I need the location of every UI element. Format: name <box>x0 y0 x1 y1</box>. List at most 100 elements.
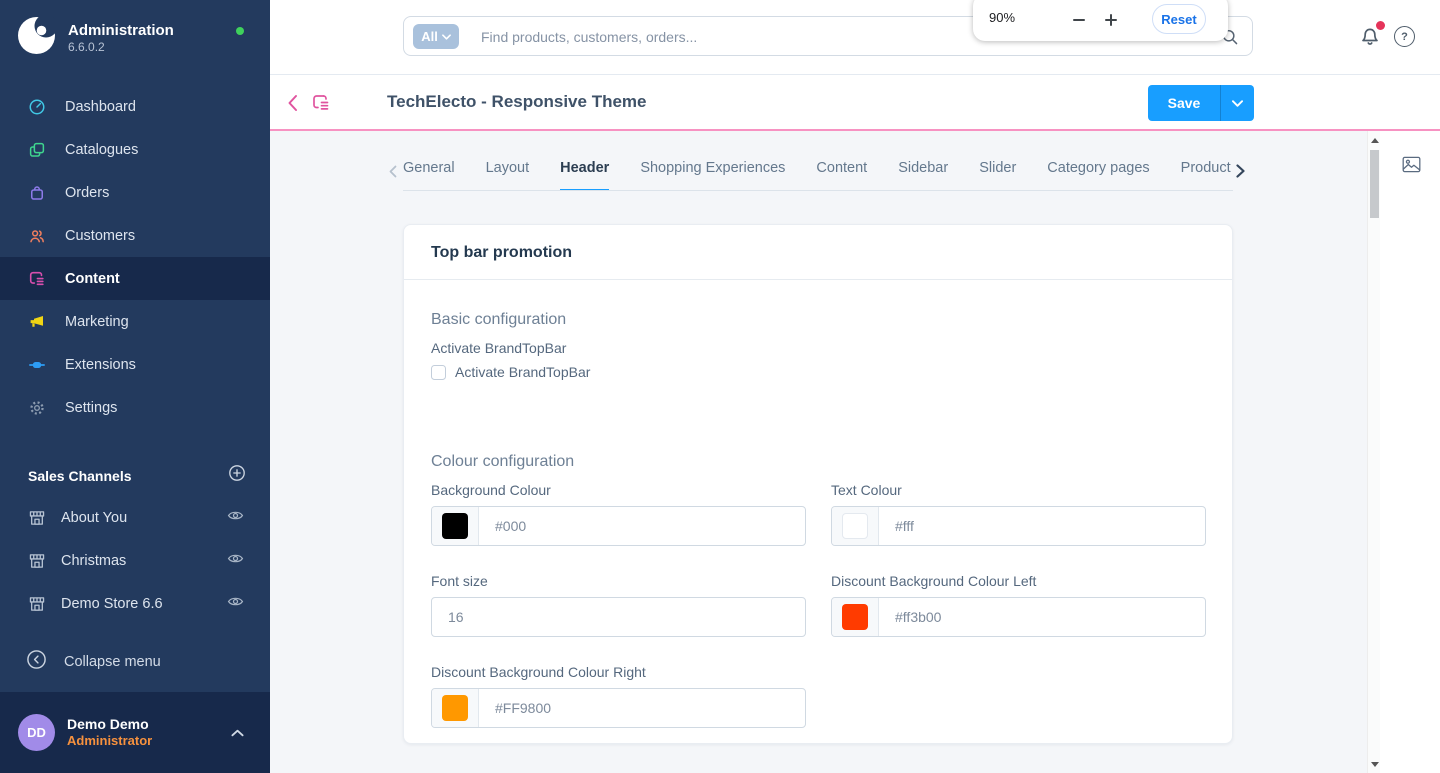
top-bar-promotion-card: Top bar promotion Basic configuration Ac… <box>403 224 1233 744</box>
sidebar-item-label: Customers <box>65 228 135 244</box>
visibility-eye-icon[interactable] <box>227 550 244 571</box>
scrollbar-thumb[interactable] <box>1370 150 1379 218</box>
collapse-menu-label: Collapse menu <box>64 654 161 670</box>
sidebar-item-label: Orders <box>65 185 109 201</box>
tabs-scroll-left-icon[interactable] <box>389 165 397 183</box>
sidebar-item-settings[interactable]: Settings <box>0 386 270 429</box>
zoom-out-button[interactable] <box>1065 6 1093 34</box>
sidebar-item-label: Settings <box>65 400 117 416</box>
browser-zoom-bubble: 90% Reset <box>973 0 1228 41</box>
user-name: Demo Demo <box>67 716 219 733</box>
sales-channel-demo-store[interactable]: Demo Store 6.6 <box>0 582 270 625</box>
colour-swatch <box>442 695 468 721</box>
sidebar-item-catalogues[interactable]: Catalogues <box>0 128 270 171</box>
visibility-eye-icon[interactable] <box>227 507 244 528</box>
zoom-level: 90% <box>989 10 1015 25</box>
tab-general[interactable]: General <box>403 160 455 191</box>
sales-channel-label: Demo Store 6.6 <box>61 596 212 612</box>
smart-bar: TechElecto - Responsive Theme Save <box>270 75 1440 131</box>
tab-category-pages[interactable]: Category pages <box>1047 160 1149 191</box>
tab-header[interactable]: Header <box>560 160 609 191</box>
colour-picker-button[interactable] <box>832 598 879 636</box>
sidebar-item-label: Content <box>65 271 120 287</box>
field-background-colour: Background Colour <box>431 481 806 546</box>
tab-sidebar[interactable]: Sidebar <box>898 160 948 191</box>
page-title: TechElecto - Responsive Theme <box>387 92 646 112</box>
sidebar-item-extensions[interactable]: Extensions <box>0 343 270 386</box>
font-size-input[interactable] <box>432 598 805 636</box>
tab-layout[interactable]: Layout <box>486 160 530 191</box>
sidebar-item-dashboard[interactable]: Dashboard <box>0 85 270 128</box>
colour-picker-button[interactable] <box>432 507 479 545</box>
colour-picker-button[interactable] <box>432 689 479 727</box>
settings-gear-icon <box>28 399 46 417</box>
status-online-dot <box>236 27 244 35</box>
search-filter-label: All <box>421 29 438 44</box>
background-colour-input[interactable] <box>479 507 805 545</box>
help-icon[interactable]: ? <box>1394 26 1415 47</box>
text-colour-input[interactable] <box>879 507 1205 545</box>
collapse-menu-button[interactable]: Collapse menu <box>0 640 270 683</box>
storefront-icon <box>28 552 46 570</box>
save-button[interactable]: Save <box>1148 85 1220 121</box>
tab-product-page[interactable]: Product page <box>1181 160 1233 191</box>
content-icon <box>28 270 46 288</box>
sidebar-item-label: Extensions <box>65 357 136 373</box>
activate-brandtopbar-checkbox[interactable] <box>431 365 446 380</box>
sidebar-item-orders[interactable]: Orders <box>0 171 270 214</box>
image-placeholder-icon <box>1402 156 1421 178</box>
tab-shopping-experiences[interactable]: Shopping Experiences <box>640 160 785 191</box>
sales-channels-heading: Sales Channels <box>28 468 132 484</box>
app-logo-row[interactable]: Administration 6.6.0.2 <box>18 17 174 59</box>
activate-brandtopbar-checkbox-label: Activate BrandTopBar <box>455 364 590 380</box>
sidebar-item-label: Marketing <box>65 314 129 330</box>
tab-slider[interactable]: Slider <box>979 160 1016 191</box>
visibility-eye-icon[interactable] <box>227 593 244 614</box>
field-discount-bg-left: Discount Background Colour Left <box>831 572 1206 637</box>
sidebar-item-marketing[interactable]: Marketing <box>0 300 270 343</box>
sidebar-item-label: Dashboard <box>65 99 136 115</box>
add-sales-channel-button[interactable] <box>228 464 246 487</box>
orders-icon <box>28 184 46 202</box>
colour-configuration-heading: Colour configuration <box>431 452 1205 471</box>
colour-picker-button[interactable] <box>832 507 879 545</box>
sidebar-item-customers[interactable]: Customers <box>0 214 270 257</box>
search-filter-dropdown[interactable]: All <box>413 24 459 49</box>
tabs-scroll-right-icon[interactable] <box>1236 164 1245 183</box>
chevron-down-icon <box>442 34 451 40</box>
save-dropdown-button[interactable] <box>1220 85 1254 121</box>
colour-swatch <box>842 604 868 630</box>
search-input[interactable]: Find products, customers, orders... <box>481 17 697 57</box>
field-font-size: Font size <box>431 572 806 637</box>
tab-content[interactable]: Content <box>816 160 867 191</box>
basic-configuration-heading: Basic configuration <box>431 310 1205 329</box>
chevron-down-icon <box>1232 100 1243 107</box>
zoom-in-button[interactable] <box>1097 6 1125 34</box>
customers-icon <box>28 227 46 245</box>
sales-channel-christmas[interactable]: Christmas <box>0 539 270 582</box>
sales-channel-label: Christmas <box>61 553 212 569</box>
discount-bg-right-input[interactable] <box>479 689 805 727</box>
storefront-icon <box>28 595 46 613</box>
current-user-menu[interactable]: DD Demo Demo Administrator <box>0 692 270 773</box>
notification-badge-dot <box>1376 21 1385 30</box>
sidebar-item-label: Catalogues <box>65 142 138 158</box>
shopware-logo-icon <box>18 17 55 59</box>
content-module-icon <box>311 93 331 118</box>
zoom-reset-button[interactable]: Reset <box>1152 4 1206 34</box>
field-discount-bg-right: Discount Background Colour Right <box>431 663 806 728</box>
colour-swatch <box>842 513 868 539</box>
discount-bg-left-input[interactable] <box>879 598 1205 636</box>
sales-channel-about-you[interactable]: About You <box>0 496 270 539</box>
sidebar-item-content[interactable]: Content <box>0 257 270 300</box>
marketing-icon <box>28 313 46 331</box>
tabs-bar: General Layout Header Shopping Experienc… <box>403 160 1240 191</box>
storefront-icon <box>28 509 46 527</box>
right-side-panel <box>1380 131 1440 773</box>
catalogues-icon <box>28 141 46 159</box>
back-button[interactable] <box>287 93 305 113</box>
top-bar: All Find products, customers, orders... … <box>270 0 1440 75</box>
collapse-circle-chevron-icon <box>26 649 47 674</box>
notifications-bell-icon[interactable] <box>1358 23 1384 49</box>
vertical-scrollbar[interactable] <box>1367 131 1380 773</box>
